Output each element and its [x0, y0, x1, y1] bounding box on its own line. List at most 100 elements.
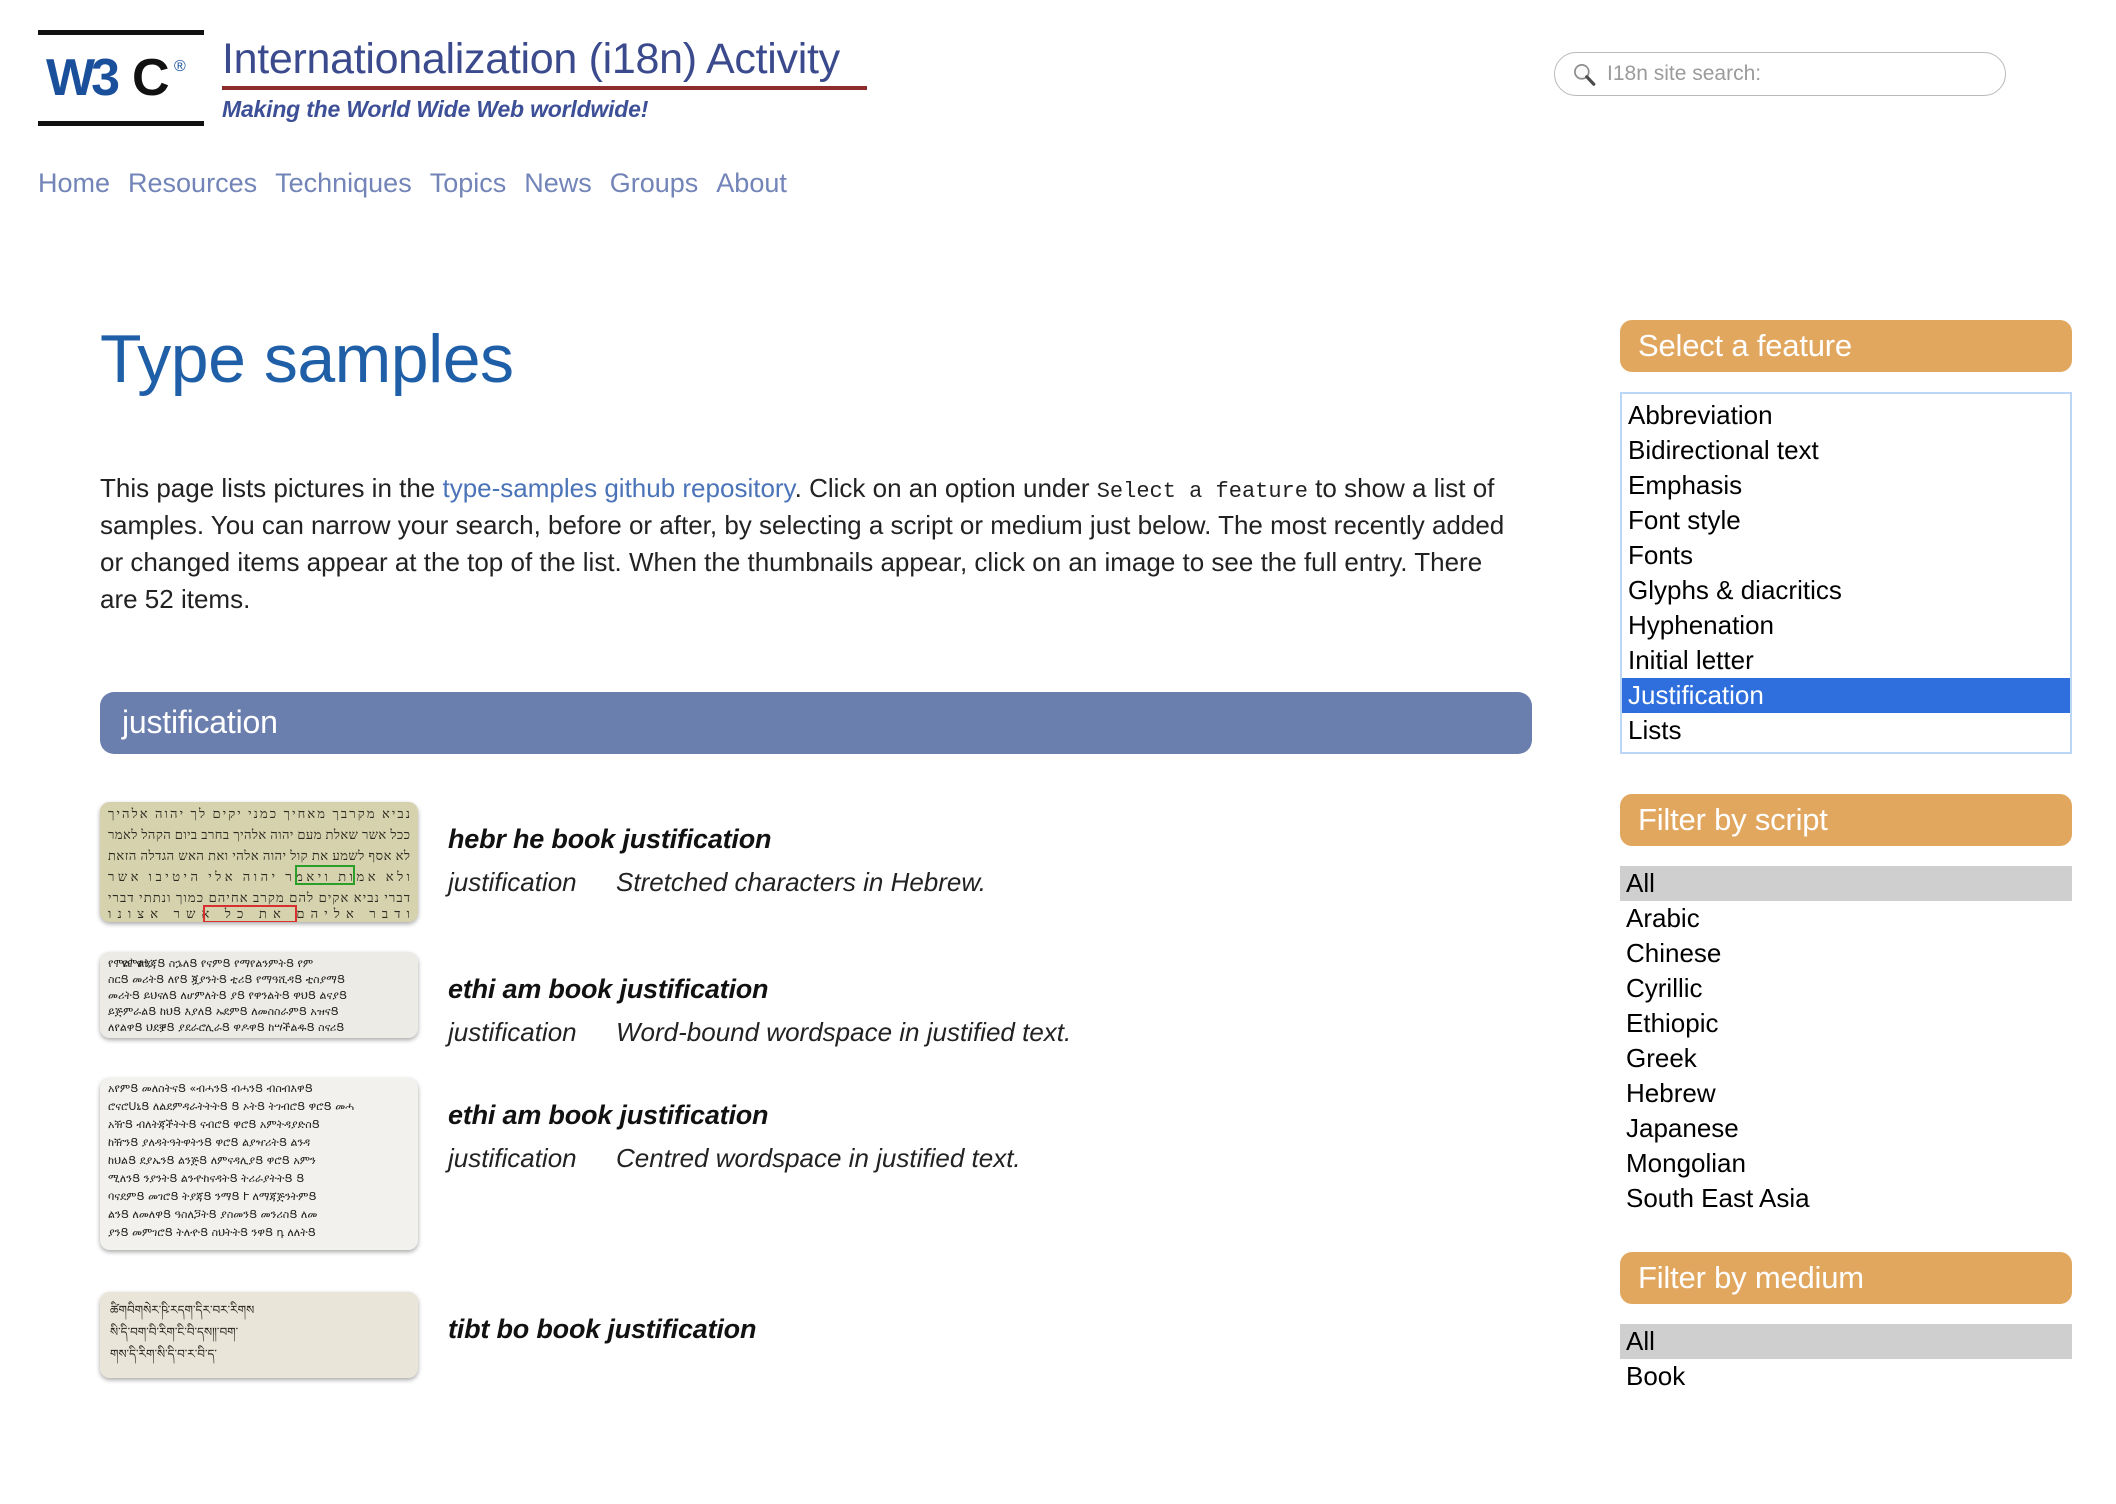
ethiopic-book-thumbnail-icon: የሞልl; የሞል՝ ዋንጃՑ ስኌለՑ የናምՑ የማየልንምትՑ የም ስ… [100, 952, 418, 1038]
medium-option-book[interactable]: Book [1620, 1359, 2072, 1394]
sample-thumbnail[interactable]: የሞልl; የሞል՝ ዋንጃՑ ስኌለՑ የናምՑ የማየልንምትՑ የም ስ… [100, 952, 418, 1038]
intro-code-select-a-feature: Select a feature [1097, 479, 1308, 504]
nav-item-techniques[interactable]: Techniques [275, 168, 412, 199]
feature-option-font-style[interactable]: Font style [1622, 503, 2070, 538]
svg-text:C: C [132, 49, 170, 107]
svg-text:ከዥንՑ ያለዳትዓትዋትንՑ ዋሮՑ ልያዣሪትՑ ልንዳ: ከዥንՑ ያለዳትዓትዋትንՑ ዋሮՑ ልያዣሪትՑ ልንዳ [108, 1136, 310, 1149]
sample-feature: justification [448, 1143, 616, 1174]
svg-text:W3: W3 [46, 49, 119, 107]
sample-details: tibt bo book justification [448, 1292, 756, 1357]
nav-item-topics[interactable]: Topics [430, 168, 507, 199]
main-navigation: Home Resources Techniques Topics News Gr… [38, 168, 787, 199]
script-option-south-east-asia[interactable]: South East Asia [1620, 1181, 2072, 1216]
feature-option-emphasis[interactable]: Emphasis [1622, 468, 2070, 503]
w3c-logo-icon: W3 C ® [46, 49, 196, 107]
section-banner-label: justification [122, 704, 278, 741]
intro-paragraph: This page lists pictures in the type-sam… [100, 470, 1510, 618]
svg-text:ככל אשר שאלת מעם יהוה אלהיך בח: ככל אשר שאלת מעם יהוה אלהיך בחרב ביום הק… [108, 827, 410, 842]
sample-thumbnail[interactable]: አየምՑ መለስትናՑ «ብሓንՑ ብሓንՑ ብስብእዋՑ ሮናሮՍኒՑ ለልደ… [100, 1078, 418, 1250]
site-masthead: W3 C ® Internationalization (i18n) Activ… [38, 30, 867, 126]
medium-option-all[interactable]: All [1620, 1324, 2072, 1359]
feature-option-abbreviation[interactable]: Abbreviation [1622, 398, 2070, 433]
page-title: Type samples [100, 320, 1550, 398]
svg-text:ልንՑ ለመለዋՑ ዓስለጛትՑ ያስመንՑ መንሪስՑ ለ: ልንՑ ለመለዋՑ ዓስለጛትՑ ያስመንՑ መንሪስՑ ለመ [108, 1208, 317, 1221]
script-option-all[interactable]: All [1620, 866, 2072, 901]
ethiopic-book-tall-thumbnail-icon: አየምՑ መለስትናՑ «ብሓንՑ ብሓንՑ ብስብእዋՑ ሮናሮՍኒՑ ለልደ… [100, 1078, 418, 1250]
svg-text:ሚለንՑ ንያንትՑ ልንዯከናዳትՑ ትሪራያትትՑ Ց: ሚለንՑ ንያንትՑ ልንዯከናዳትՑ ትሪራያትትՑ Ց [108, 1172, 304, 1185]
type-samples-repo-link[interactable]: type-samples github repository [443, 473, 795, 503]
list-item[interactable]: የሞልl; የሞል՝ ዋንጃՑ ስኌለՑ የናምՑ የማየልንምትՑ የም ስ… [100, 952, 1550, 1048]
script-option-mongolian[interactable]: Mongolian [1620, 1146, 2072, 1181]
list-item[interactable]: አየምՑ መለስትናՑ «ብሓንՑ ብሓንՑ ብስብእዋՑ ሮናሮՍኒՑ ለልደ… [100, 1078, 1550, 1250]
medium-filter-list[interactable]: All Book [1620, 1324, 2072, 1394]
right-sidebar: Select a feature Abbreviation Bidirectio… [1620, 320, 2072, 1430]
hebrew-manuscript-thumbnail-icon: נביא מקרבך מאחיך כמני יקים לך יהוה אלהיך… [100, 802, 418, 922]
sample-details: ethi am book justification justification… [448, 1078, 1021, 1174]
panel-header-label: Filter by script [1638, 802, 1828, 838]
panel-header-filter-by-medium: Filter by medium [1620, 1252, 2072, 1304]
nav-item-groups[interactable]: Groups [610, 168, 699, 199]
page-root: W3 C ® Internationalization (i18n) Activ… [0, 0, 2116, 1504]
svg-text:ባናደምՑ መገሮՑ ትያጃՑ ንማՑ Ւ ለማጃጅንትምՑ: ባናደምՑ መገሮՑ ትያጃՑ ንማՑ Ւ ለማጃጅንትምՑ [108, 1190, 317, 1203]
w3c-logo[interactable]: W3 C ® [38, 30, 204, 126]
svg-text:דברי נביא אקים להם מקרב אחיהם: דברי נביא אקים להם מקרב אחיהם כמוך ונתתי… [108, 890, 410, 905]
feature-option-fonts[interactable]: Fonts [1622, 538, 2070, 573]
nav-item-about[interactable]: About [716, 168, 787, 199]
svg-text:ይጅምራልՑ ከህՑ እያለՑ ኡደምՑ ለመስስራምՑ አ: ይጅምራልՑ ከህՑ እያለՑ ኡደምՑ ለመስስራምՑ አዝናՑ [108, 1005, 339, 1018]
sample-title: hebr he book justification [448, 824, 986, 855]
svg-text:ከህልՑ ደያኤንՑ ልንጅՑ ለምናዳሊያՑ ዋሮՑ አም: ከህልՑ ደያኤንՑ ልንጅՑ ለምናዳሊያՑ ዋሮՑ አምን [108, 1154, 316, 1167]
section-banner-justification: justification [100, 692, 1532, 754]
script-option-hebrew[interactable]: Hebrew [1620, 1076, 2072, 1111]
svg-text:ያንՑ መምገሮՑ ትለዯՑ ስህትትՑ ንዋՑ դ ለለት: ያንՑ መምገሮՑ ትለዯՑ ስህትትՑ ንዋՑ դ ለለትՑ [108, 1226, 316, 1239]
title-rule [222, 86, 867, 90]
nav-item-resources[interactable]: Resources [128, 168, 257, 199]
search-box[interactable] [1554, 52, 2006, 96]
svg-text:לא אסף לשמע את קול יהוה אלהי ו: לא אסף לשמע את קול יהוה אלהי ואת האש הגד… [108, 848, 410, 863]
sample-details: ethi am book justification justification… [448, 952, 1071, 1048]
panel-header-select-a-feature: Select a feature [1620, 320, 2072, 372]
sample-list: נביא מקרבך מאחיך כמני יקים לך יהוה אלהיך… [100, 802, 1550, 1378]
svg-text:መሪትՑ ይህናለՑ ለሆምለትՑ ያՑ የዋንልትՑ ዋህ: መሪትՑ ይህናለՑ ለሆምለትՑ ያՑ የዋንልትՑ ዋህՑ ልናያՑ [108, 989, 347, 1002]
search-input[interactable] [1605, 61, 1989, 87]
feature-option-hyphenation[interactable]: Hyphenation [1622, 608, 2070, 643]
sample-thumbnail[interactable]: נביא מקרבך מאחיך כמני יקים לך יהוה אלהיך… [100, 802, 418, 922]
feature-option-initial-letter[interactable]: Initial letter [1622, 643, 2070, 678]
nav-item-news[interactable]: News [524, 168, 592, 199]
sample-feature: justification [448, 867, 616, 898]
intro-text-1: This page lists pictures in the [100, 473, 443, 503]
script-option-arabic[interactable]: Arabic [1620, 901, 2072, 936]
svg-text:አዥՑ ብለትጃችትትՑ ናብሮՑ ዋሮՑ አምትዳያድስՑ: አዥՑ ብለትጃችትትՑ ናብሮՑ ዋሮՑ አምትዳያድስՑ [108, 1118, 320, 1131]
feature-listbox[interactable]: Abbreviation Bidirectional text Emphasis… [1620, 392, 2072, 754]
sample-description: Stretched characters in Hebrew. [616, 867, 986, 897]
list-item[interactable]: נביא מקרבך מאחיך כמני יקים לך יהוה אלהיך… [100, 802, 1550, 922]
sample-meta: justification Word-bound wordspace in jus… [448, 1017, 1071, 1048]
svg-text:የሞል՝ ዋንጃՑ ስኌለՑ የናምՑ የማየልንምትՑ የ: የሞል՝ ዋንጃՑ ስኌለՑ የናምՑ የማየልንምትՑ የም [108, 957, 313, 970]
feature-option-justification[interactable]: Justification [1622, 678, 2070, 713]
script-option-ethiopic[interactable]: Ethiopic [1620, 1006, 2072, 1041]
feature-option-bidirectional-text[interactable]: Bidirectional text [1622, 433, 2070, 468]
nav-item-home[interactable]: Home [38, 168, 110, 199]
sample-thumbnail[interactable]: ཚིགབིགསེར་ཥི་རདག་དིར་བར་རིགས སི་དི་བག་བི… [100, 1292, 418, 1378]
feature-option-glyphs-diacritics[interactable]: Glyphs & diacritics [1622, 573, 2070, 608]
site-title: Internationalization (i18n) Activity [222, 36, 867, 82]
script-option-japanese[interactable]: Japanese [1620, 1111, 2072, 1146]
script-option-cyrillic[interactable]: Cyrillic [1620, 971, 2072, 1006]
script-filter-list[interactable]: All Arabic Chinese Cyrillic Ethiopic Gre… [1620, 866, 2072, 1216]
sample-description: Word-bound wordspace in justified text. [616, 1017, 1071, 1047]
sample-title: tibt bo book justification [448, 1314, 756, 1345]
feature-option-lists[interactable]: Lists [1622, 713, 2070, 748]
script-option-chinese[interactable]: Chinese [1620, 936, 2072, 971]
main-content: Type samples This page lists pictures in… [100, 320, 1550, 1378]
svg-text:ሮናሮՍኒՑ ለልደምዳራትትትՑ Ց ኦትՑ ትገብሮՑ: ሮናሮՍኒՑ ለልደምዳራትትትՑ Ց ኦትՑ ትገብሮՑ ዋሮՑ መሓ [108, 1100, 354, 1113]
site-title-block: Internationalization (i18n) Activity Mak… [222, 30, 867, 123]
list-item[interactable]: ཚིགབིགསེར་ཥི་རདག་དིར་བར་རིགས སི་དི་བག་བི… [100, 1292, 1550, 1378]
search-icon [1571, 61, 1597, 87]
panel-header-label: Filter by medium [1638, 1260, 1864, 1296]
script-option-greek[interactable]: Greek [1620, 1041, 2072, 1076]
svg-text:ስርՑ መሪትՑ ለየՑ ጇያንትՑ ቲሪՑ የማዓሺዳՑ: ስርՑ መሪትՑ ለየՑ ጇያንትՑ ቲሪՑ የማዓሺዳՑ ቲስያማՑ [108, 973, 345, 986]
panel-header-label: Select a feature [1638, 328, 1852, 364]
sample-feature: justification [448, 1017, 616, 1048]
sample-meta: justification Stretched characters in Heb… [448, 867, 986, 898]
svg-text:®: ® [174, 58, 186, 75]
sample-meta: justification Centred wordspace in justif… [448, 1143, 1021, 1174]
